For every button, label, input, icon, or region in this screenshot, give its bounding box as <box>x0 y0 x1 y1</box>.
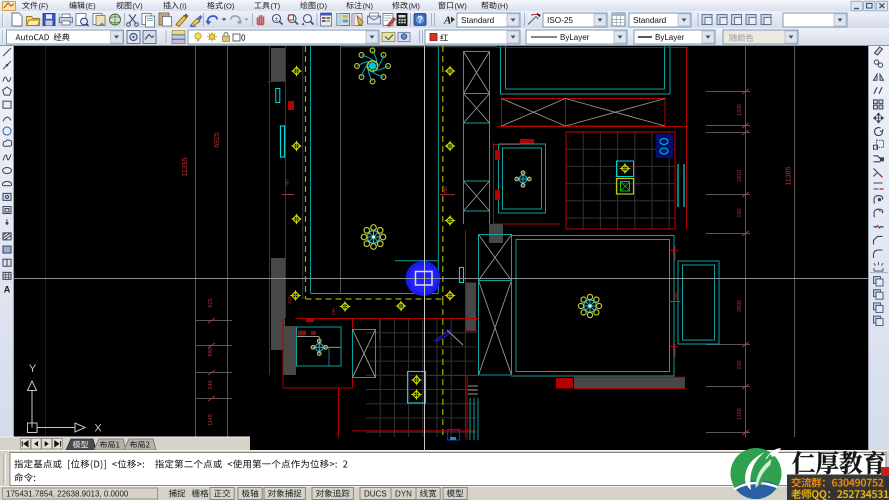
svg-text:(N): (N) <box>363 1 374 10</box>
svg-text:(H): (H) <box>498 1 509 10</box>
svg-text:(D): (D) <box>317 1 328 10</box>
svg-text:2835: 2835 <box>737 300 743 312</box>
svg-text:(T): (T) <box>271 1 281 10</box>
svg-text:1165: 1165 <box>737 408 743 420</box>
svg-text:(E): (E) <box>86 1 97 10</box>
svg-text:ByLayer: ByLayer <box>655 33 685 42</box>
svg-text:700: 700 <box>285 179 290 187</box>
svg-text:Y: Y <box>29 363 37 375</box>
svg-text:DUCS: DUCS <box>364 490 387 499</box>
svg-text:Standard: Standard <box>633 16 667 25</box>
svg-text:11395: 11395 <box>182 157 189 176</box>
svg-text:Standard: Standard <box>461 16 495 25</box>
svg-text:240: 240 <box>208 380 214 389</box>
svg-text:X: X <box>94 423 102 435</box>
svg-text:11385: 11385 <box>786 166 793 185</box>
svg-text:A: A <box>443 15 451 27</box>
svg-text:(I): (I) <box>180 1 188 10</box>
svg-text:(M): (M) <box>409 1 421 10</box>
svg-text:1335: 1335 <box>737 104 743 116</box>
svg-text:(W): (W) <box>455 1 468 10</box>
svg-text:A: A <box>4 285 11 295</box>
svg-text:115: 115 <box>287 296 292 304</box>
svg-text:175431.7854, 22638.9013, 0.000: 175431.7854, 22638.9013, 0.0000 <box>6 490 129 499</box>
svg-text:?: ? <box>417 15 423 25</box>
svg-text:(O): (O) <box>224 1 235 10</box>
svg-text:525: 525 <box>208 298 214 307</box>
svg-text:400: 400 <box>673 292 678 300</box>
svg-text:ISO-25: ISO-25 <box>547 16 573 25</box>
svg-text:150: 150 <box>737 208 743 217</box>
svg-text:6925: 6925 <box>214 132 221 148</box>
svg-text:990: 990 <box>208 347 214 356</box>
svg-text:1145: 1145 <box>208 414 214 426</box>
svg-text:(F): (F) <box>39 1 49 10</box>
svg-text:DYN: DYN <box>395 490 412 499</box>
svg-text:(V): (V) <box>133 1 144 10</box>
svg-text:250: 250 <box>737 360 743 369</box>
svg-text:700: 700 <box>443 186 448 194</box>
svg-text:ByLayer: ByLayer <box>560 33 590 42</box>
svg-text:1910: 1910 <box>737 170 743 182</box>
svg-text:240: 240 <box>331 308 336 316</box>
